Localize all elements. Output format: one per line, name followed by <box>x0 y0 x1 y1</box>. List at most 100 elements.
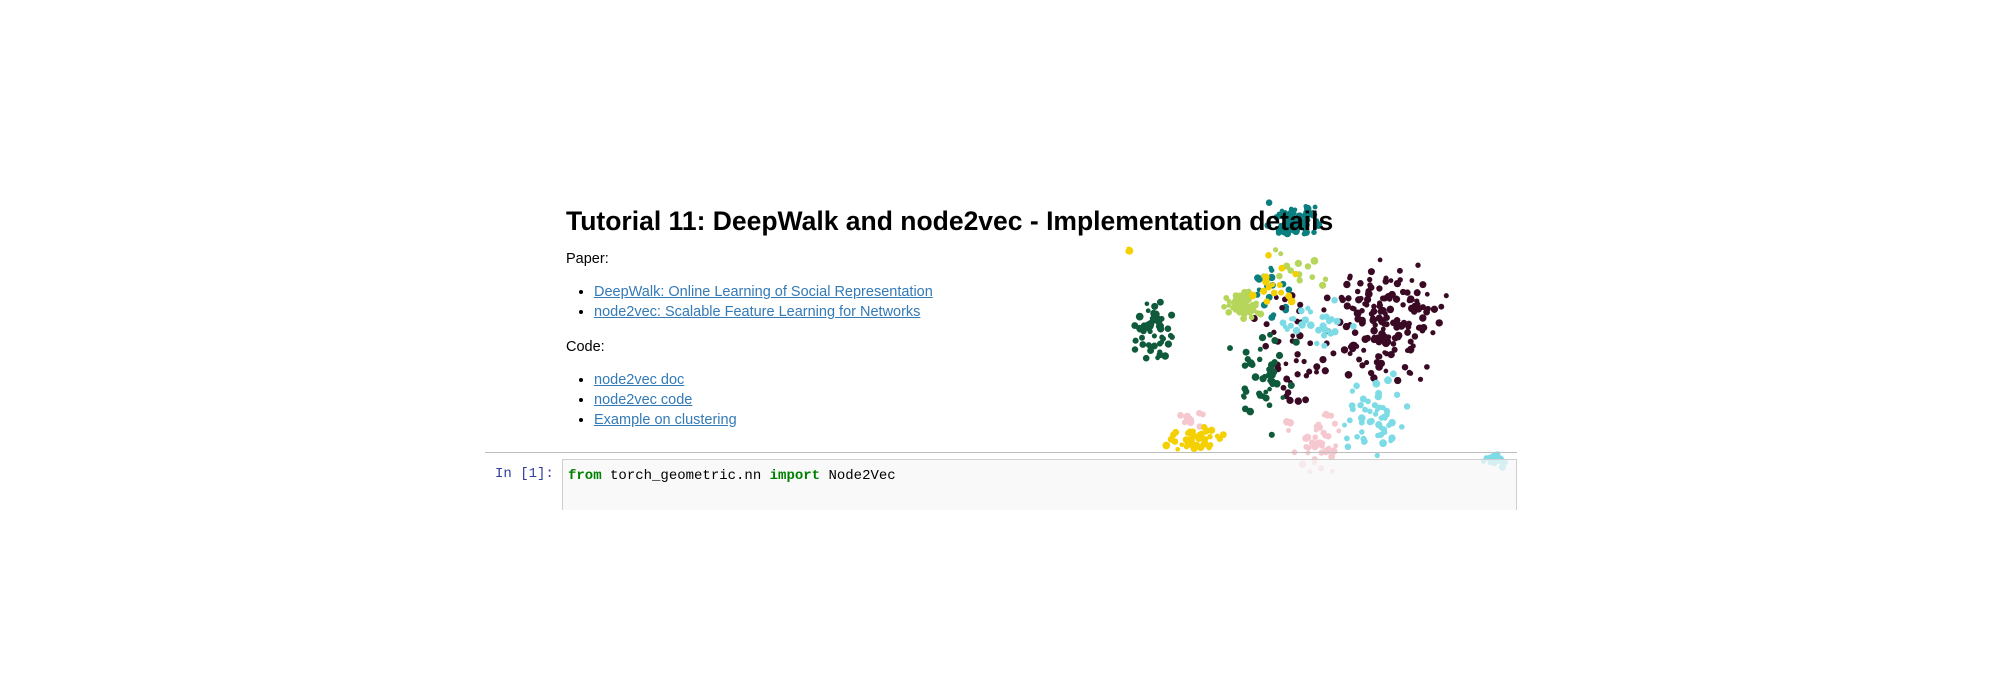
scatter-point <box>1287 382 1295 390</box>
scatter-point <box>1400 302 1406 308</box>
scatter-point <box>1322 276 1329 282</box>
scatter-point <box>1241 310 1248 318</box>
scatter-point <box>1388 438 1394 444</box>
scatter-point <box>1159 339 1165 345</box>
scatter-point <box>1267 361 1276 369</box>
scatter-point <box>1346 417 1353 424</box>
scatter-point <box>1367 284 1375 291</box>
scatter-point <box>1268 431 1275 438</box>
scatter-point <box>1321 307 1327 313</box>
scatter-point <box>1320 429 1327 437</box>
code-cell-input[interactable]: from torch_geometric.nn import Node2Vec <box>562 459 1517 510</box>
scatter-point <box>1374 393 1382 401</box>
scatter-point <box>1286 428 1291 433</box>
code-line: from torch_geometric.nn import Node2Vec <box>568 467 896 485</box>
scatter-point <box>1248 314 1255 321</box>
scatter-point <box>1349 388 1356 394</box>
scatter-point <box>1386 305 1395 314</box>
scatter-point <box>1151 333 1157 339</box>
scatter-point <box>1355 296 1363 304</box>
scatter-point <box>1382 415 1388 421</box>
scatter-point <box>1155 355 1160 361</box>
scatter-point <box>1286 418 1295 427</box>
scatter-point <box>1361 347 1367 353</box>
scatter-point <box>1263 298 1271 305</box>
scatter-point <box>1303 372 1310 379</box>
scatter-point <box>1162 441 1171 450</box>
scatter-point <box>1324 446 1332 455</box>
scatter-point <box>1267 331 1273 338</box>
scatter-point <box>1278 289 1285 296</box>
scatter-point <box>1382 311 1388 317</box>
scatter-point <box>1290 316 1297 322</box>
scatter-point <box>1413 289 1421 297</box>
scatter-point <box>1312 434 1318 440</box>
scatter-point <box>1265 252 1272 259</box>
node2vec-doc-link[interactable]: node2vec doc <box>594 372 684 388</box>
scatter-point <box>1443 293 1449 299</box>
scatter-point <box>1147 328 1153 335</box>
node2vec-code-link[interactable]: node2vec code <box>594 392 692 408</box>
scatter-point <box>1302 396 1310 404</box>
scatter-point <box>1438 303 1445 310</box>
scatter-point <box>1404 347 1411 354</box>
scatter-point <box>1423 308 1430 316</box>
scatter-point <box>1169 334 1175 340</box>
scatter-point <box>1347 351 1353 357</box>
code-links-list: node2vec doc node2vec code Example on cl… <box>566 370 737 430</box>
scatter-point <box>1399 321 1407 329</box>
keyword-import: import <box>769 468 821 484</box>
scatter-point <box>1383 351 1390 357</box>
scatter-point <box>1262 342 1270 350</box>
scatter-point <box>1297 301 1304 308</box>
scatter-point <box>1247 359 1255 368</box>
scatter-point <box>1403 403 1411 410</box>
scatter-point <box>1344 443 1352 451</box>
scatter-point <box>1294 259 1303 268</box>
scatter-point <box>1207 434 1213 440</box>
scatter-point <box>1151 314 1159 321</box>
clustering-example-link[interactable]: Example on clustering <box>594 412 737 428</box>
scatter-point <box>1269 267 1275 273</box>
scatter-point <box>1276 272 1283 280</box>
scatter-point <box>1164 340 1173 348</box>
scatter-point <box>1325 318 1333 325</box>
scatter-point <box>1301 316 1309 324</box>
scatter-point <box>1419 281 1427 289</box>
scatter-point <box>1294 351 1301 358</box>
scatter-point <box>1233 294 1241 302</box>
scatter-point <box>1348 402 1356 409</box>
scatter-point <box>1319 440 1326 447</box>
scatter-point <box>1259 393 1266 400</box>
scatter-point <box>1177 412 1184 419</box>
scatter-point <box>1376 285 1383 292</box>
scatter-point <box>1207 426 1216 434</box>
scatter-point <box>1190 432 1198 440</box>
scatter-point <box>1280 384 1287 391</box>
scatter-point <box>1278 251 1284 257</box>
scatter-point <box>1302 434 1310 442</box>
scatter-point <box>1331 420 1338 427</box>
scatter-point <box>1321 342 1328 349</box>
scatter-point <box>1389 370 1397 378</box>
scatter-point <box>1251 373 1260 381</box>
scatter-point <box>1380 404 1386 411</box>
scatter-point <box>1430 330 1436 336</box>
scatter-point <box>1287 322 1294 329</box>
scatter-point <box>1246 407 1254 416</box>
scatter-point <box>1372 379 1381 388</box>
scatter-point <box>1172 428 1180 436</box>
scatter-point <box>1327 330 1335 337</box>
scatter-point <box>1343 280 1351 289</box>
scatter-point <box>1331 296 1338 304</box>
deepwalk-paper-link[interactable]: DeepWalk: Online Learning of Social Repr… <box>594 284 933 300</box>
scatter-point <box>1284 389 1292 396</box>
scatter-point <box>1147 323 1154 330</box>
node2vec-paper-link[interactable]: node2vec: Scalable Feature Learning for … <box>594 304 920 320</box>
scatter-point <box>1139 334 1145 341</box>
scatter-point <box>1139 341 1147 348</box>
scatter-point <box>1344 435 1350 442</box>
scatter-point <box>1392 295 1401 303</box>
scatter-point <box>1301 358 1307 365</box>
scatter-point <box>1266 402 1273 409</box>
